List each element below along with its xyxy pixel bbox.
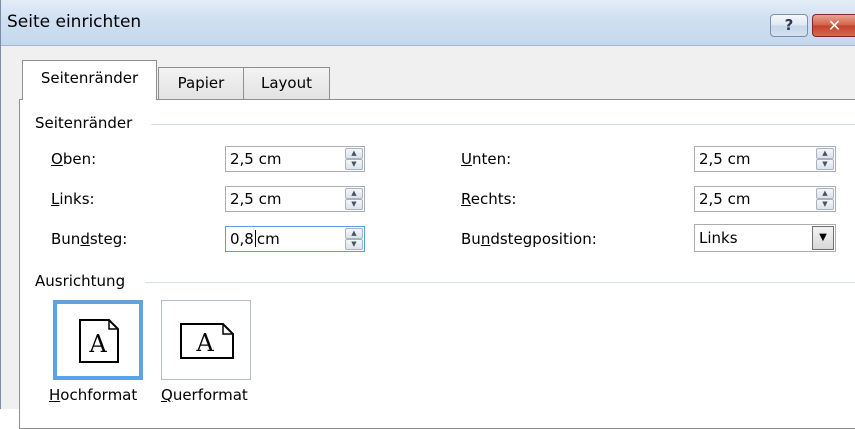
spin-up-icon[interactable]: ▲ (345, 188, 363, 199)
top-margin-value[interactable]: 2,5 cm (230, 150, 281, 168)
portrait-option[interactable]: A (53, 300, 143, 380)
gutter-label: Bundsteg: (51, 230, 128, 248)
gutter-position-value: Links (699, 229, 738, 247)
orientation-group-label: Ausrichtung (35, 272, 126, 290)
help-button[interactable]: ? (770, 14, 808, 37)
spin-down-icon[interactable]: ▼ (816, 199, 834, 210)
spin-up-icon[interactable]: ▲ (345, 148, 363, 159)
tab-label: Papier (177, 74, 225, 92)
gutter-position-label: Bundstegposition: (461, 230, 597, 248)
tab-label: Layout (261, 74, 312, 92)
portrait-page-icon: A (79, 319, 119, 363)
chevron-down-icon[interactable]: ▼ (812, 226, 834, 250)
help-icon: ? (784, 16, 794, 34)
landscape-page-icon: A (180, 323, 234, 359)
portrait-glyph: A (88, 330, 107, 358)
tab-label: Seitenränder (40, 69, 139, 87)
spin-down-icon[interactable]: ▼ (345, 239, 363, 250)
top-margin-label: Oben: (51, 150, 97, 168)
bottom-margin-value[interactable]: 2,5 cm (699, 150, 750, 168)
group-divider (151, 124, 855, 125)
close-icon: ✕ (827, 16, 842, 35)
tab-layout[interactable]: Layout (243, 67, 330, 99)
tab-seitenraender[interactable]: Seitenränder (22, 60, 157, 100)
right-margin-label: Rechts: (461, 190, 517, 208)
gutter-spinner[interactable]: 0,8 cm ▲ ▼ (225, 226, 365, 252)
landscape-label[interactable]: Querformat (161, 386, 248, 404)
left-margin-value[interactable]: 2,5 cm (230, 190, 281, 208)
landscape-option[interactable]: A (161, 300, 251, 380)
title-bar[interactable]: Seite einrichten ? ✕ (1, 0, 855, 46)
spin-up-icon[interactable]: ▲ (816, 148, 834, 159)
landscape-glyph: A (195, 329, 214, 357)
bottom-margin-spinner[interactable]: 2,5 cm ▲ ▼ (694, 146, 836, 172)
gutter-position-select[interactable]: Links ▼ (694, 224, 836, 252)
left-margin-label: Links: (51, 190, 95, 208)
right-margin-spinner[interactable]: 2,5 cm ▲ ▼ (694, 186, 836, 212)
spin-up-icon[interactable]: ▲ (816, 188, 834, 199)
spin-down-icon[interactable]: ▼ (345, 199, 363, 210)
spin-up-icon[interactable]: ▲ (345, 228, 363, 239)
gutter-value[interactable]: 0,8 cm (230, 230, 280, 248)
spin-down-icon[interactable]: ▼ (816, 159, 834, 170)
left-margin-spinner[interactable]: 2,5 cm ▲ ▼ (225, 186, 365, 212)
dialog-title: Seite einrichten (7, 12, 142, 32)
close-button[interactable]: ✕ (812, 14, 855, 37)
tab-papier[interactable]: Papier (158, 67, 244, 99)
spin-down-icon[interactable]: ▼ (345, 159, 363, 170)
bottom-margin-label: Unten: (461, 150, 512, 168)
text-caret (254, 230, 256, 247)
right-margin-value[interactable]: 2,5 cm (699, 190, 750, 208)
page-setup-dialog: Seite einrichten ? ✕ Seitenränder Papier… (0, 0, 855, 429)
group-divider (145, 282, 855, 283)
top-margin-spinner[interactable]: 2,5 cm ▲ ▼ (225, 146, 365, 172)
portrait-label[interactable]: Hochformat (49, 386, 137, 404)
margins-group-label: Seitenränder (35, 114, 133, 132)
